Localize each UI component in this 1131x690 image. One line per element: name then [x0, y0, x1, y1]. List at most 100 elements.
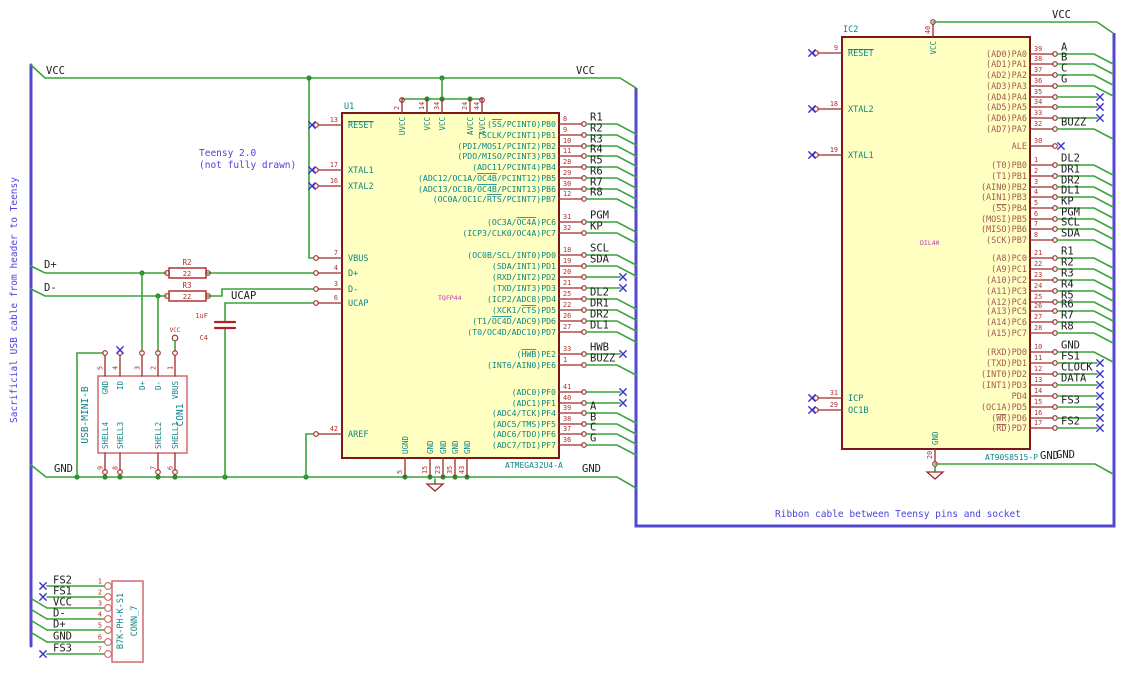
- net-wire-g[interactable]: [585, 444, 637, 456]
- pin-name: (PDO/MISO/PCINT3)PB3: [457, 151, 556, 161]
- pin-name: (A9)PC1: [991, 265, 1027, 275]
- resistor-value[interactable]: 22: [183, 270, 191, 278]
- pin-name: (AD5)PA5: [986, 103, 1027, 113]
- pin-number: 26: [563, 312, 571, 320]
- net-label-buzz[interactable]: BUZZ: [590, 353, 615, 365]
- pin-name: (SS/PCINT0)PB0: [487, 119, 556, 129]
- connector-ref[interactable]: CONN_7: [130, 606, 140, 637]
- net-wire-d-[interactable]: [31, 609, 48, 620]
- pin-number: 2: [393, 106, 401, 110]
- net-label-fs3[interactable]: FS3: [53, 643, 72, 655]
- net-label-kp[interactable]: KP: [590, 221, 603, 233]
- net-label-fs2[interactable]: FS2: [1061, 416, 1080, 428]
- ic-footprint[interactable]: TQFP44: [438, 294, 462, 302]
- pin-name: (ADC5/TMS)PF5: [492, 419, 556, 429]
- net-wire-buzz[interactable]: [585, 364, 637, 376]
- net-label-vcc[interactable]: VCC: [576, 65, 595, 77]
- schematic-canvas[interactable]: Sacrificial USB cable from header to Tee…: [0, 0, 1131, 690]
- pin-number: 37: [1034, 66, 1042, 74]
- pin-name: (AD0)PA0: [986, 50, 1027, 60]
- net-label-d+[interactable]: D+: [44, 259, 57, 271]
- dminus-wire[interactable]: [206, 288, 314, 297]
- ic-footprint[interactable]: DIL40: [920, 239, 940, 247]
- pin-name: VBUS: [348, 254, 368, 264]
- note-teensy-line2[interactable]: (not fully drawn): [199, 160, 296, 171]
- pin-name: (SCLK/PCINT1)PB1: [477, 130, 556, 140]
- net-label-dl1[interactable]: DL1: [590, 320, 609, 332]
- pin-number: 42: [330, 425, 338, 433]
- net-label-data[interactable]: DATA: [1061, 373, 1087, 385]
- ic-value[interactable]: AT90S8515-P: [985, 453, 1038, 462]
- ic2-gnd-wire[interactable]: [934, 463, 1114, 475]
- pin-number: 22: [1034, 260, 1042, 268]
- pin-name: D+: [348, 269, 358, 279]
- pin-name: (A10)PC2: [986, 276, 1027, 286]
- net-wire-gnd[interactable]: [31, 632, 48, 643]
- ground-symbol[interactable]: [425, 483, 445, 492]
- net-label-vcc[interactable]: VCC: [46, 65, 65, 77]
- net-wire-d+[interactable]: [31, 620, 48, 631]
- ic-ref[interactable]: U1: [344, 102, 354, 112]
- net-label-gnd[interactable]: GND: [53, 631, 72, 643]
- net-label-sda[interactable]: SDA: [590, 254, 610, 266]
- net-label-gnd[interactable]: GND: [54, 463, 73, 475]
- net-label-gnd[interactable]: GND: [1040, 450, 1059, 462]
- resistor-value[interactable]: 22: [183, 293, 191, 301]
- pin-number: 33: [1034, 109, 1042, 117]
- ic-ref[interactable]: IC2: [843, 25, 858, 35]
- pin-number: 20: [926, 451, 934, 459]
- junction-dot: [306, 75, 312, 81]
- ic-value[interactable]: ATMEGA32U4-A: [505, 461, 563, 470]
- net-label-g[interactable]: G: [590, 433, 596, 445]
- capacitor-value[interactable]: 1uF: [195, 312, 208, 320]
- pin-number: 26: [1034, 302, 1042, 310]
- net-wire-sda[interactable]: [585, 265, 637, 277]
- pin-number: 17: [1034, 419, 1042, 427]
- net-label-r8[interactable]: R8: [590, 187, 603, 199]
- capacitor-ref[interactable]: C4: [200, 334, 208, 342]
- net-wire-kp[interactable]: [585, 232, 637, 244]
- net-label-buzz[interactable]: BUZZ: [1061, 117, 1086, 129]
- pin-number: 30: [1034, 137, 1042, 145]
- aref-wire[interactable]: [305, 433, 314, 478]
- pin-name: XTAL2: [348, 182, 374, 192]
- pin-name: AVCC: [478, 117, 487, 135]
- note-ribbon-cable[interactable]: Ribbon cable between Teensy pins and soc…: [775, 509, 1021, 520]
- net-label-ucap[interactable]: UCAP: [231, 290, 256, 302]
- net-wire-dl1[interactable]: [585, 331, 637, 343]
- net-label-g[interactable]: G: [1061, 74, 1067, 86]
- vcc-wire[interactable]: [30, 64, 637, 89]
- pin-name: (ADC13/OC1B/OC4B/PCINT13)PB6: [418, 184, 556, 194]
- net-label-r8[interactable]: R8: [1061, 321, 1074, 333]
- resistor-ref[interactable]: R3: [182, 281, 191, 290]
- connector-value[interactable]: USB-MINI-B: [80, 386, 91, 443]
- net-label-vcc[interactable]: VCC: [1052, 9, 1071, 21]
- pin-number: 3: [98, 600, 102, 608]
- pin-name: (RXD/INT2)PD2: [492, 272, 556, 282]
- net-label-fs3[interactable]: FS3: [1061, 395, 1080, 407]
- resistor-ref[interactable]: R2: [182, 258, 191, 267]
- pin-number: 1: [563, 356, 567, 364]
- ground-symbol[interactable]: [925, 471, 945, 480]
- pin-name: (MOSI)PB5: [981, 215, 1027, 225]
- note-sacrificial-usb[interactable]: Sacrificial USB cable from header to Tee…: [9, 177, 20, 423]
- pin-name: (AD4)PA4: [986, 93, 1027, 103]
- pin-end-circle: [104, 582, 112, 590]
- pin-name: RESET: [348, 121, 374, 131]
- net-label-sda[interactable]: SDA: [1061, 228, 1081, 240]
- net-wire-g[interactable]: [1056, 85, 1114, 97]
- pin-name: (INT6/AIN0)PE6: [487, 360, 556, 370]
- net-label-d-[interactable]: D-: [44, 282, 57, 294]
- net-label-gnd[interactable]: GND: [582, 463, 601, 475]
- pin-number: 1: [1034, 156, 1038, 164]
- net-wire-buzz[interactable]: [1056, 128, 1114, 140]
- pin-number: 22: [563, 301, 571, 309]
- pin-number: 23: [434, 466, 442, 474]
- connector-value[interactable]: B7K-PH-K-S1: [116, 593, 126, 649]
- net-wire-r8[interactable]: [585, 198, 637, 210]
- ic2-vcc-wire[interactable]: [932, 21, 1114, 34]
- pin-name: XTAL1: [348, 166, 374, 176]
- pin-number: 25: [1034, 293, 1042, 301]
- net-label-d+[interactable]: D+: [53, 619, 66, 631]
- note-teensy-line1[interactable]: Teensy 2.0: [199, 148, 256, 159]
